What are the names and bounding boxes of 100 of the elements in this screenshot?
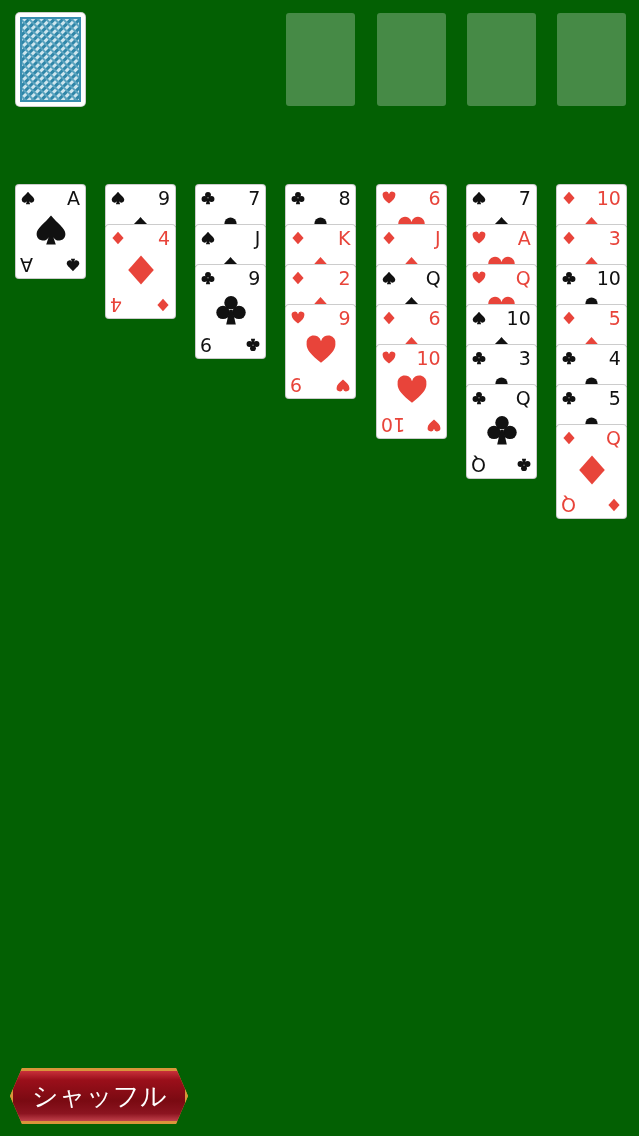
card-rank: Q bbox=[425, 267, 441, 289]
card-rank: 9 bbox=[158, 187, 171, 209]
card-rank: Q bbox=[515, 267, 531, 289]
playing-card[interactable]: 10 10 bbox=[376, 345, 446, 438]
card-rank: 6 bbox=[428, 187, 441, 209]
playing-card[interactable]: 10 bbox=[466, 305, 536, 345]
club-icon bbox=[246, 338, 261, 352]
diamond-icon bbox=[606, 498, 621, 512]
heart-icon bbox=[381, 351, 396, 365]
playing-card[interactable]: Q Q bbox=[556, 425, 626, 518]
card-rank: 9 bbox=[248, 267, 261, 289]
card-rank: 7 bbox=[518, 187, 531, 209]
foundation-slot[interactable] bbox=[286, 13, 356, 106]
club-icon bbox=[471, 391, 486, 405]
playing-card[interactable]: A bbox=[466, 225, 536, 265]
card-rank: 2 bbox=[338, 267, 351, 289]
diamond-icon bbox=[156, 298, 171, 312]
card-rank: J bbox=[435, 227, 441, 249]
playing-card[interactable]: 9 bbox=[106, 185, 176, 225]
playing-card[interactable]: 10 bbox=[556, 265, 626, 305]
card-rank: J bbox=[254, 227, 261, 249]
card-rank: 4 bbox=[158, 227, 171, 249]
club-icon bbox=[291, 191, 306, 205]
foundation-slot[interactable] bbox=[376, 13, 446, 106]
diamond-icon bbox=[381, 311, 396, 325]
heart-icon bbox=[336, 378, 351, 392]
club-icon bbox=[201, 191, 216, 205]
card-rank: 9 bbox=[338, 307, 351, 329]
spade-icon bbox=[471, 191, 486, 205]
foundation-slot[interactable] bbox=[466, 13, 536, 106]
playing-card[interactable]: 7 bbox=[196, 185, 266, 225]
card-rank: 9 bbox=[200, 334, 213, 356]
card-rank: 10 bbox=[416, 347, 441, 369]
card-rank: Q bbox=[605, 427, 621, 449]
card-rank: 10 bbox=[506, 307, 531, 329]
card-rank: 8 bbox=[338, 187, 351, 209]
card-rank: 5 bbox=[608, 307, 621, 329]
playing-card[interactable]: 5 bbox=[556, 305, 626, 345]
spade-icon bbox=[111, 191, 126, 205]
foundation-slot[interactable] bbox=[556, 13, 626, 106]
playing-card[interactable]: Q Q bbox=[466, 385, 536, 478]
playing-card[interactable]: 5 bbox=[556, 385, 626, 425]
card-rank: 10 bbox=[380, 414, 405, 436]
playing-card[interactable]: 2 bbox=[286, 265, 356, 305]
card-rank: 3 bbox=[518, 347, 531, 369]
club-icon bbox=[561, 391, 576, 405]
diamond-icon bbox=[561, 191, 576, 205]
diamond-icon bbox=[291, 271, 306, 285]
playing-card[interactable]: 3 bbox=[556, 225, 626, 265]
playing-card[interactable]: 9 9 bbox=[196, 265, 266, 358]
card-rank: 3 bbox=[608, 227, 621, 249]
playing-card[interactable]: 8 bbox=[286, 185, 356, 225]
club-icon bbox=[516, 458, 531, 472]
card-rank: 4 bbox=[110, 294, 123, 316]
card-rank: 10 bbox=[596, 267, 621, 289]
card-rank: 9 bbox=[290, 374, 303, 396]
card-rank: Q bbox=[560, 494, 576, 516]
playing-card[interactable]: 4 bbox=[556, 345, 626, 385]
playing-card[interactable]: 7 bbox=[466, 185, 536, 225]
club-icon bbox=[561, 271, 576, 285]
spade-icon bbox=[201, 231, 216, 245]
club-icon bbox=[471, 351, 486, 365]
diamond-icon bbox=[381, 231, 396, 245]
heart-icon bbox=[471, 231, 486, 245]
playing-card[interactable]: 9 9 bbox=[286, 305, 356, 398]
playing-card[interactable]: K bbox=[286, 225, 356, 265]
shuffle-button[interactable]: シャッフル bbox=[10, 1068, 188, 1124]
club-icon bbox=[561, 351, 576, 365]
spade-icon bbox=[381, 271, 396, 285]
diamond-icon bbox=[111, 231, 126, 245]
playing-card[interactable]: A A bbox=[16, 185, 85, 278]
card-rank: 10 bbox=[596, 187, 621, 209]
playing-card[interactable]: 6 bbox=[376, 185, 446, 225]
playing-card[interactable]: Q bbox=[466, 265, 536, 305]
playing-card[interactable]: J bbox=[196, 225, 266, 265]
playing-card[interactable]: 4 4 bbox=[106, 225, 176, 318]
card-back[interactable] bbox=[16, 13, 85, 106]
heart-icon bbox=[426, 418, 441, 432]
spade-icon bbox=[21, 191, 35, 205]
card-rank: Q bbox=[515, 387, 531, 409]
playing-card[interactable]: Q bbox=[376, 265, 446, 305]
spade-icon bbox=[471, 311, 486, 325]
card-rank: 4 bbox=[608, 347, 621, 369]
card-rank: K bbox=[338, 227, 351, 249]
playing-card[interactable]: J bbox=[376, 225, 446, 265]
card-rank: Q bbox=[470, 454, 486, 476]
diamond-icon bbox=[561, 231, 576, 245]
card-rank: A bbox=[517, 227, 531, 249]
card-rank: A bbox=[67, 187, 80, 209]
card-rank: 5 bbox=[608, 387, 621, 409]
heart-icon bbox=[291, 311, 306, 325]
heart-icon bbox=[381, 191, 396, 205]
card-rank: 6 bbox=[428, 307, 441, 329]
playing-card[interactable]: 6 bbox=[376, 305, 446, 345]
card-rank: A bbox=[20, 254, 33, 276]
card-rank: 7 bbox=[248, 187, 261, 209]
diamond-icon bbox=[561, 311, 576, 325]
playing-card[interactable]: 10 bbox=[556, 185, 626, 225]
club-icon bbox=[201, 271, 216, 285]
playing-card[interactable]: 3 bbox=[466, 345, 536, 385]
